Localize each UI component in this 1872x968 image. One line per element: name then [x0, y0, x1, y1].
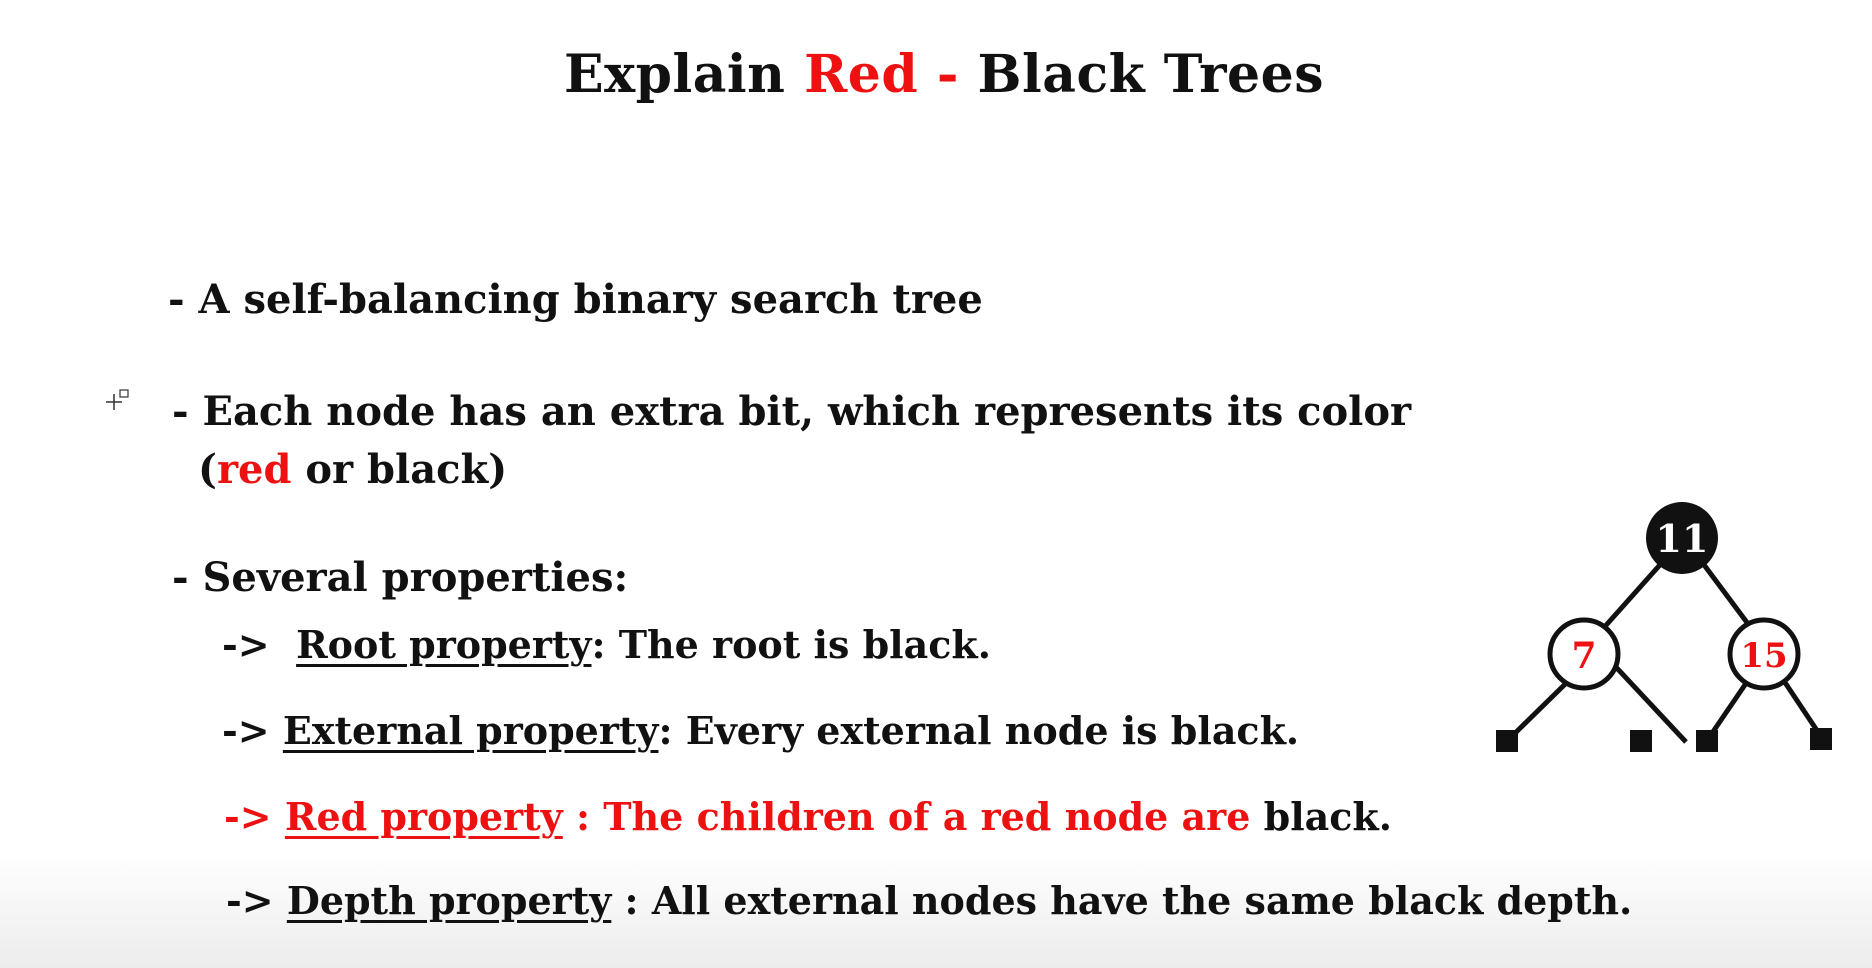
property-arrow: ->: [224, 794, 272, 839]
node-left-label: 7: [1571, 635, 1596, 677]
node-right-label: 15: [1740, 636, 1787, 676]
external-node: [1496, 730, 1518, 752]
bullet-several-properties: - Several properties:: [172, 554, 629, 601]
title-red: Red -: [804, 44, 959, 105]
property-desc-black: black.: [1250, 794, 1392, 839]
property-external: -> External property: Every external nod…: [222, 708, 1299, 753]
property-name: External property: [282, 708, 659, 753]
bullet-self-balancing: - A self-balancing binary search tree: [168, 276, 983, 323]
property-name: Red property: [284, 794, 563, 839]
slide-title: Explain Red - Black Trees: [0, 44, 1872, 105]
property-red: -> Red property : The children of a red …: [224, 794, 1392, 839]
property-arrow: ->: [226, 878, 274, 923]
property-sep: :: [562, 794, 604, 839]
property-name: Root property: [296, 622, 592, 667]
bullet-extra-bit: - Each node has an extra bit, which repr…: [172, 388, 1412, 435]
word-red: red: [216, 446, 292, 493]
external-node: [1630, 730, 1652, 752]
red-black-tree-diagram: 11 7 15: [1488, 498, 1840, 764]
external-node: [1696, 730, 1718, 752]
external-node: [1810, 728, 1832, 750]
bullet-extra-bit-continued: (red or black): [198, 446, 507, 493]
property-desc: The children of a red node are: [603, 794, 1251, 839]
property-arrow: ->: [222, 622, 270, 667]
property-sep: :: [611, 878, 652, 923]
property-desc: All external nodes have the same black d…: [651, 878, 1633, 923]
property-desc: The root is black.: [618, 622, 991, 667]
property-root: -> Root property: The root is black.: [222, 622, 991, 667]
move-cursor-icon: [104, 388, 134, 414]
property-name: Depth property: [286, 878, 612, 923]
title-explain: Explain: [563, 44, 805, 105]
property-sep: :: [591, 622, 619, 667]
property-desc: Every external node is black.: [685, 708, 1300, 753]
property-arrow: ->: [222, 708, 270, 753]
node-root-label: 11: [1656, 516, 1709, 561]
property-sep: :: [658, 708, 686, 753]
title-black-trees: Black Trees: [958, 44, 1324, 105]
or-black: or black): [291, 446, 508, 493]
slide: Explain Red - Black Trees - A self-balan…: [0, 0, 1872, 968]
paren-open: (: [198, 446, 217, 493]
property-depth: -> Depth property : All external nodes h…: [226, 878, 1632, 923]
